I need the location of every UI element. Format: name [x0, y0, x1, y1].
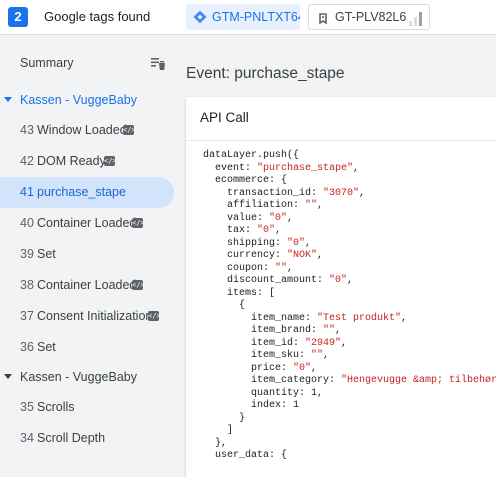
code-icon: </>	[123, 125, 136, 135]
event-number: 42	[20, 154, 34, 168]
tab-gtm-pnltxt64[interactable]: GTM-PNLTXT64	[186, 4, 300, 30]
code-line: item_sku: "",	[203, 350, 330, 361]
code-line: index: 1	[203, 400, 300, 411]
code-icon: </>	[132, 280, 145, 290]
code-line: item_id: "2949",	[203, 337, 348, 349]
event-number: 35	[20, 400, 34, 414]
top-bar: 2 Google tags found GTM-PNLTXT64 GT-PLV8…	[0, 0, 496, 35]
event-item-scrolls[interactable]: 35 Scrolls	[0, 392, 174, 423]
code-line: {	[203, 300, 246, 311]
code-line: }	[203, 412, 246, 424]
event-number: 39	[20, 247, 34, 261]
event-name: Consent Initialization	[37, 309, 153, 323]
tab-label: GTM-PNLTXT64	[212, 10, 300, 24]
event-name: Scroll Depth	[37, 431, 106, 445]
page-group-kassen-vuggebaby[interactable]: Kassen - VuggeBaby	[0, 88, 176, 112]
code-line: event: "purchase_stape",	[203, 162, 360, 174]
gt-tag-icon	[319, 13, 327, 25]
api-call-card: API Call dataLayer.push({ event: "purcha…	[186, 97, 496, 477]
event-detail-panel: Event: purchase_stape API Call dataLayer…	[176, 35, 496, 477]
tag-count-badge: 2	[8, 7, 28, 27]
tab-gt-plv82l6[interactable]: GT-PLV82L6	[308, 4, 430, 30]
event-number: 37	[20, 309, 34, 323]
event-name: Container Loaded	[37, 216, 137, 230]
code-icon: </>	[104, 156, 117, 166]
event-number: 40	[20, 216, 34, 230]
code-line: tax: "0",	[203, 225, 282, 236]
event-number: 38	[20, 278, 34, 292]
summary-link[interactable]: Summary	[20, 56, 73, 70]
event-number: 34	[20, 431, 34, 445]
code-line: user_data: {	[203, 450, 288, 461]
event-name: purchase_stape	[37, 185, 126, 199]
code-line: items: [	[203, 287, 276, 299]
code-line: coupon: "",	[203, 262, 294, 274]
event-item-set[interactable]: 36 Set	[0, 332, 174, 363]
group-label: Kassen - VuggeBaby	[20, 93, 137, 107]
event-item-container-loaded[interactable]: 38 Container Loaded </>	[0, 270, 174, 301]
signal-bars-icon	[409, 12, 422, 26]
event-item-dom-ready[interactable]: 42 DOM Ready </>	[0, 146, 174, 177]
event-name: Scrolls	[37, 400, 75, 414]
code-line: item_name: "Test produkt",	[203, 312, 408, 324]
sidebar: Summary Kassen - VuggeBaby 43 Window Loa…	[0, 35, 176, 459]
event-item-set[interactable]: 39 Set	[0, 239, 174, 270]
event-name: Container Loaded	[37, 278, 137, 292]
code-line: price: "0",	[203, 362, 318, 374]
event-name: Set	[37, 247, 56, 261]
code-line: affiliation: "",	[203, 200, 324, 211]
clear-list-icon[interactable]	[150, 55, 166, 71]
event-name: Set	[37, 340, 56, 354]
code-line: transaction_id: "3070",	[203, 187, 366, 199]
event-item-consent-initialization[interactable]: 37 Consent Initialization </>	[0, 301, 174, 332]
event-item-container-loaded[interactable]: 40 Container Loaded </>	[0, 208, 174, 239]
tab-label: GT-PLV82L6	[335, 10, 407, 24]
code-line: item_category: "Hengevugge &amp; tilbehø…	[203, 375, 496, 386]
code-line: shipping: "0",	[203, 237, 312, 249]
code-line: currency: "NOK",	[203, 250, 324, 261]
event-title: Event: purchase_stape	[186, 65, 345, 82]
event-number: 36	[20, 340, 34, 354]
event-item-purchase-stape[interactable]: 41 purchase_stape	[0, 177, 174, 208]
code-line: ecommerce: {	[203, 175, 288, 186]
card-header: API Call	[200, 110, 249, 125]
gtm-diamond-icon	[193, 10, 207, 24]
group-label: Kassen - VuggeBaby	[20, 370, 137, 384]
event-number: 41	[20, 185, 34, 199]
code-icon: </>	[148, 311, 161, 321]
code-line: ]	[203, 425, 234, 436]
event-name: Window Loaded	[37, 123, 127, 137]
chevron-down-icon	[4, 374, 12, 379]
code-line: },	[203, 437, 228, 449]
code-block: dataLayer.push({ event: "purchase_stape"…	[203, 150, 496, 463]
page-group-kassen-vuggebaby[interactable]: Kassen - VuggeBaby	[0, 365, 176, 389]
code-line: discount_amount: "0",	[203, 275, 354, 286]
code-icon: </>	[132, 218, 145, 228]
event-item-scroll-depth[interactable]: 34 Scroll Depth	[0, 423, 174, 454]
event-name: DOM Ready	[37, 154, 106, 168]
tags-found-label: Google tags found	[44, 9, 151, 24]
event-number: 43	[20, 123, 34, 137]
code-line: item_brand: "",	[203, 325, 342, 336]
code-line: value: "0",	[203, 212, 294, 224]
chevron-down-icon	[4, 97, 12, 102]
code-line: dataLayer.push({	[203, 150, 300, 161]
divider	[186, 140, 496, 141]
event-item-window-loaded[interactable]: 43 Window Loaded </>	[0, 115, 174, 146]
code-line: quantity: 1,	[203, 387, 324, 399]
